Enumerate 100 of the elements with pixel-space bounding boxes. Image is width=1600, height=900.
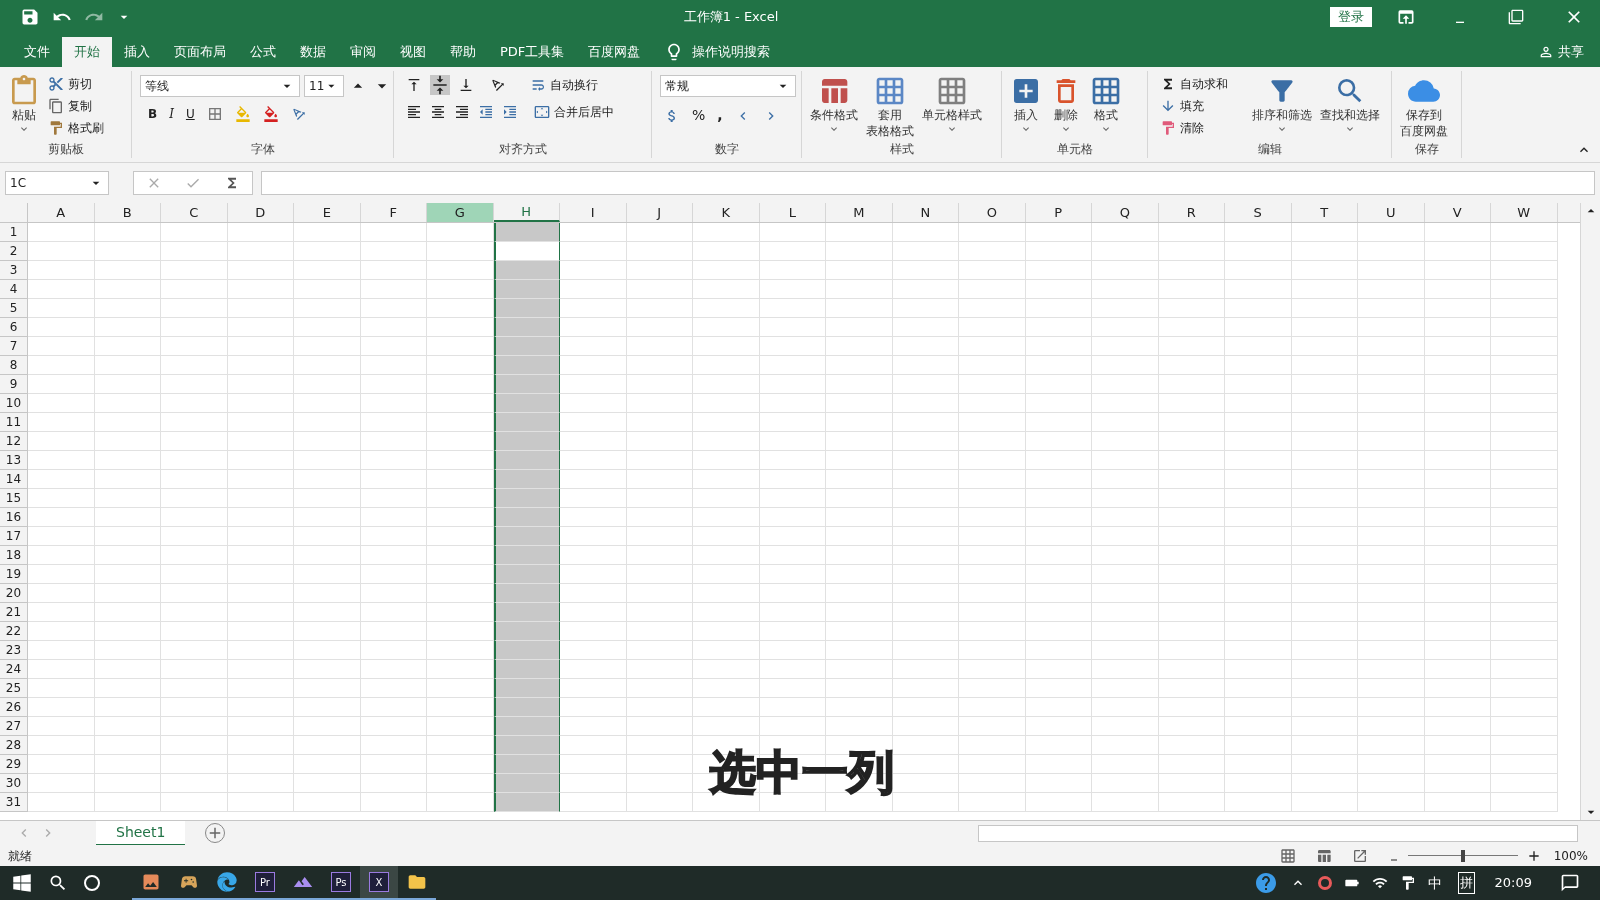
ribbon-tab[interactable]: 文件 <box>12 37 62 67</box>
row-header[interactable]: 31 <box>0 793 28 812</box>
clock[interactable]: 20:09 <box>1494 873 1532 893</box>
delete-button[interactable]: 删除 <box>1046 75 1086 135</box>
column-header[interactable]: O <box>959 203 1026 222</box>
row-header[interactable]: 6 <box>0 318 28 337</box>
conditional-format-button[interactable]: 条件格式 <box>806 75 862 135</box>
ribbon-tab[interactable]: 页面布局 <box>162 37 238 67</box>
ribbon-tab[interactable]: 视图 <box>388 37 438 67</box>
ribbon-tab[interactable]: 数据 <box>288 37 338 67</box>
percent-button[interactable]: % <box>692 105 706 126</box>
login-button[interactable]: 登录 <box>1330 7 1372 27</box>
ribbon-tab[interactable]: PDF工具集 <box>488 37 577 67</box>
save-icon[interactable] <box>20 7 40 27</box>
row-header[interactable]: 28 <box>0 736 28 755</box>
row-header[interactable]: 27 <box>0 717 28 736</box>
page-layout-icon[interactable] <box>1315 847 1332 864</box>
column-header[interactable]: B <box>94 203 161 222</box>
wrap-text-button[interactable]: 自动换行 <box>530 76 598 94</box>
share-link[interactable]: 共享 <box>1558 42 1584 62</box>
column-header[interactable]: N <box>892 203 959 222</box>
tell-me-search[interactable]: 操作说明搜索 <box>692 42 771 62</box>
align-right-icon[interactable] <box>454 104 470 120</box>
font-size-field[interactable]: 11 <box>304 75 344 97</box>
column-header[interactable]: U <box>1358 203 1425 222</box>
notification-icon[interactable] <box>1560 873 1580 893</box>
row-header[interactable]: 9 <box>0 375 28 394</box>
row-header[interactable]: 20 <box>0 584 28 603</box>
decrease-indent-icon[interactable] <box>478 104 494 120</box>
find-select-button[interactable]: 查找和选择 <box>1316 75 1384 135</box>
fill-color-icon[interactable] <box>234 106 251 122</box>
sort-filter-button[interactable]: 排序和筛选 <box>1248 75 1316 135</box>
ribbon-tab[interactable]: 开始 <box>62 37 112 67</box>
column-header[interactable]: W <box>1491 203 1558 222</box>
align-bottom-icon[interactable] <box>458 77 474 93</box>
windows-icon[interactable] <box>12 873 32 893</box>
record-icon[interactable] <box>1317 876 1332 890</box>
column-header[interactable]: I <box>560 203 627 222</box>
row-header[interactable]: 16 <box>0 508 28 527</box>
merge-center-button[interactable]: 合并后居中 <box>534 103 614 121</box>
column-header[interactable]: E <box>294 203 361 222</box>
save-to-cloud-button[interactable]: 保存到 百度网盘 <box>1396 75 1452 139</box>
copy-button[interactable]: 复制 <box>48 97 104 115</box>
number-format-field[interactable]: 常规 <box>660 75 796 97</box>
fill-button[interactable]: 填充 <box>1160 97 1248 115</box>
align-middle-icon[interactable] <box>430 75 450 95</box>
font-color-icon[interactable] <box>262 106 279 122</box>
row-header[interactable]: 3 <box>0 261 28 280</box>
search-icon[interactable] <box>48 873 68 893</box>
page-break-icon[interactable] <box>1351 847 1368 864</box>
ribbon-tab[interactable]: 审阅 <box>338 37 388 67</box>
row-header[interactable]: 23 <box>0 641 28 660</box>
phonetic-icon[interactable] <box>290 106 307 122</box>
column-header[interactable]: J <box>626 203 693 222</box>
row-header[interactable]: 14 <box>0 470 28 489</box>
borders-icon[interactable] <box>206 106 223 122</box>
font-name-field[interactable]: 等线 <box>140 75 300 97</box>
ribbon-display-icon[interactable] <box>1396 7 1416 27</box>
column-header[interactable]: T <box>1291 203 1358 222</box>
bold-button[interactable]: B <box>148 105 158 123</box>
increase-indent-icon[interactable] <box>502 104 518 120</box>
row-header[interactable]: 19 <box>0 565 28 584</box>
row-header[interactable]: 21 <box>0 603 28 622</box>
cortana-icon[interactable] <box>84 875 100 891</box>
row-header[interactable]: 5 <box>0 299 28 318</box>
column-header[interactable]: L <box>759 203 826 222</box>
column-header[interactable]: S <box>1225 203 1292 222</box>
insert-button[interactable]: 插入 <box>1006 75 1046 135</box>
column-header[interactable]: P <box>1025 203 1092 222</box>
row-header[interactable]: 10 <box>0 394 28 413</box>
row-header[interactable]: 17 <box>0 527 28 546</box>
paste-button[interactable]: 粘贴 <box>4 75 44 135</box>
zoom-thumb[interactable] <box>1460 849 1465 862</box>
ribbon-tab[interactable]: 百度网盘 <box>576 37 653 67</box>
cell-styles-button[interactable]: 单元格样式 <box>918 75 986 135</box>
normal-view-icon[interactable] <box>1279 847 1296 864</box>
format-painter-button[interactable]: 格式刷 <box>48 119 104 137</box>
row-header[interactable]: 25 <box>0 679 28 698</box>
clear-button[interactable]: 清除 <box>1160 119 1248 137</box>
cut-button[interactable]: 剪切 <box>48 75 104 93</box>
taskbar-app[interactable]: X <box>360 866 398 900</box>
column-header[interactable]: C <box>161 203 228 222</box>
ime-language[interactable]: 中 <box>1427 872 1442 894</box>
ribbon-tab[interactable]: 公式 <box>238 37 288 67</box>
column-header[interactable]: V <box>1424 203 1491 222</box>
row-header[interactable]: 11 <box>0 413 28 432</box>
align-center-icon[interactable] <box>430 104 446 120</box>
column-header[interactable]: D <box>227 203 294 222</box>
row-header[interactable]: 1 <box>0 223 28 242</box>
align-left-icon[interactable] <box>406 104 422 120</box>
align-top-icon[interactable] <box>406 77 422 93</box>
help-icon[interactable] <box>1253 871 1278 895</box>
ime-mode[interactable]: 拼 <box>1457 872 1475 894</box>
row-header[interactable]: 26 <box>0 698 28 717</box>
row-header[interactable]: 4 <box>0 280 28 299</box>
row-header[interactable]: 15 <box>0 489 28 508</box>
column-header[interactable]: G <box>427 203 494 222</box>
italic-button[interactable]: I <box>169 105 174 123</box>
column-header[interactable]: K <box>693 203 760 222</box>
column-header[interactable]: A <box>28 203 95 222</box>
